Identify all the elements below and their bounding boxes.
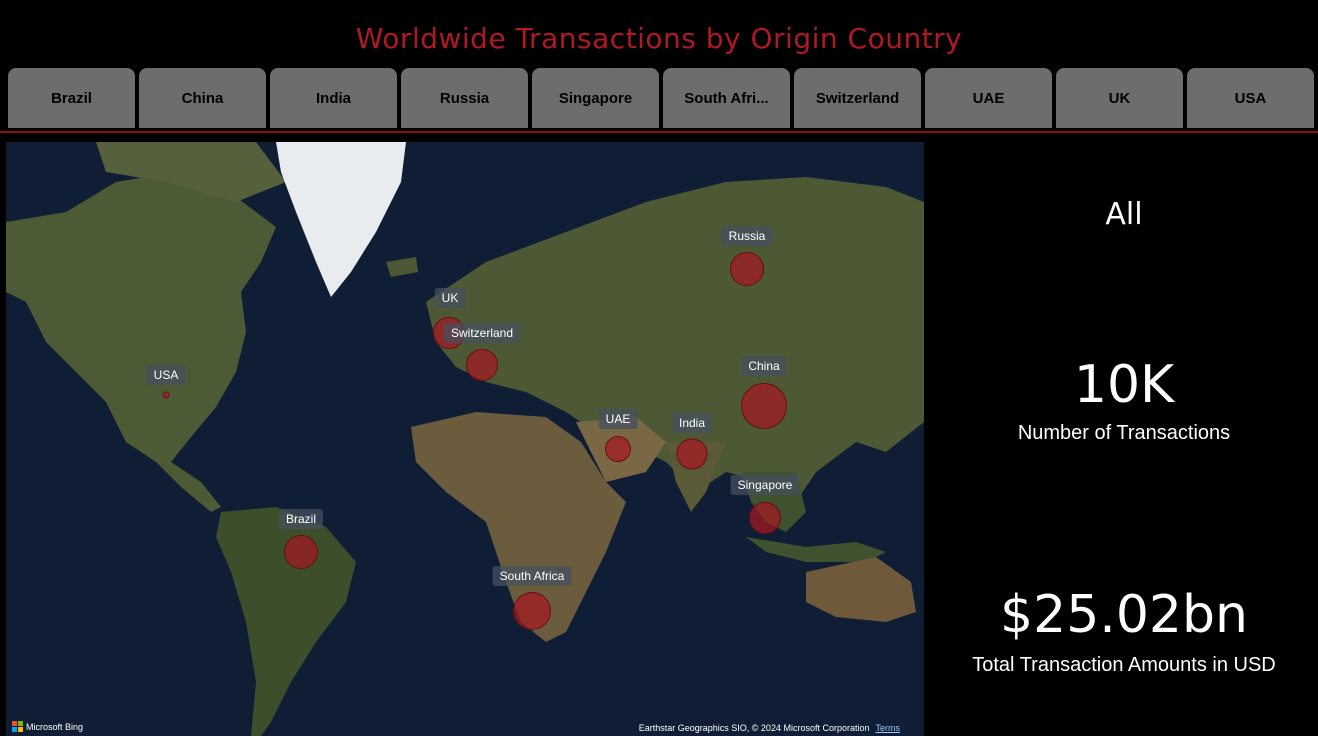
map-bubble-south-africa[interactable] (513, 592, 551, 630)
slicer-button-uk[interactable]: UK (1056, 68, 1183, 128)
map-bubble-usa[interactable] (162, 391, 170, 399)
map-label-south-africa: South Africa (492, 566, 572, 586)
map-attribution: Earthstar Geographics SIO, © 2024 Micros… (639, 723, 900, 733)
satellite-basemap (6, 142, 924, 736)
map-label-usa: USA (146, 365, 186, 385)
map-bubble-india[interactable] (676, 438, 708, 470)
map-label-uk: UK (434, 288, 466, 308)
slicer-button-china[interactable]: China (139, 68, 266, 128)
slicer-button-uae[interactable]: UAE (925, 68, 1052, 128)
map-label-india: India (671, 413, 713, 433)
map-bubble-china[interactable] (741, 383, 787, 429)
bing-brand-text: Microsoft Bing (26, 721, 84, 732)
microsoft-logo-icon (12, 721, 23, 732)
transactions-count-label: Number of Transactions (1017, 422, 1231, 444)
map-bubble-switzerland[interactable] (466, 349, 498, 381)
country-slicer: Brazil China India Russia Singapore Sout… (8, 68, 1316, 128)
map-bubble-uae[interactable] (605, 436, 631, 462)
map-label-switzerland: Switzerland (443, 323, 521, 343)
map-bubble-singapore[interactable] (749, 502, 781, 534)
map-bubble-russia[interactable] (730, 252, 764, 286)
kpi-panel: All 10K Number of Transactions $25.02bn … (930, 142, 1318, 736)
page-title: Worldwide Transactions by Origin Country (355, 22, 963, 55)
slicer-button-switzerland[interactable]: Switzerland (794, 68, 921, 128)
transaction-amount-value: $25.02bn (1000, 585, 1248, 645)
slicer-button-south-africa[interactable]: South Afri... (663, 68, 790, 128)
selected-filter-card: All (1105, 197, 1143, 232)
map-label-singapore: Singapore (730, 475, 800, 495)
attribution-text: Earthstar Geographics SIO, © 2024 Micros… (638, 723, 870, 733)
map-label-brazil: Brazil (278, 509, 324, 529)
slicer-button-india[interactable]: India (270, 68, 397, 128)
map-label-uae: UAE (598, 409, 638, 429)
map-label-china: China (741, 356, 787, 376)
map-label-russia: Russia (721, 226, 773, 246)
map-visual[interactable]: Russia UK Switzerland USA China UAE Indi… (6, 142, 924, 736)
transaction-amount-label: Total Transaction Amounts in USD (972, 654, 1276, 676)
slicer-button-usa[interactable]: USA (1187, 68, 1314, 128)
slicer-button-singapore[interactable]: Singapore (532, 68, 659, 128)
map-bubble-brazil[interactable] (284, 535, 318, 569)
slicer-button-brazil[interactable]: Brazil (8, 68, 135, 128)
bing-brand: Microsoft Bing (12, 721, 83, 732)
terms-link[interactable]: Terms (876, 723, 901, 733)
slicer-button-russia[interactable]: Russia (401, 68, 528, 128)
transactions-count-value: 10K (1073, 355, 1175, 415)
header-divider (0, 131, 1318, 133)
